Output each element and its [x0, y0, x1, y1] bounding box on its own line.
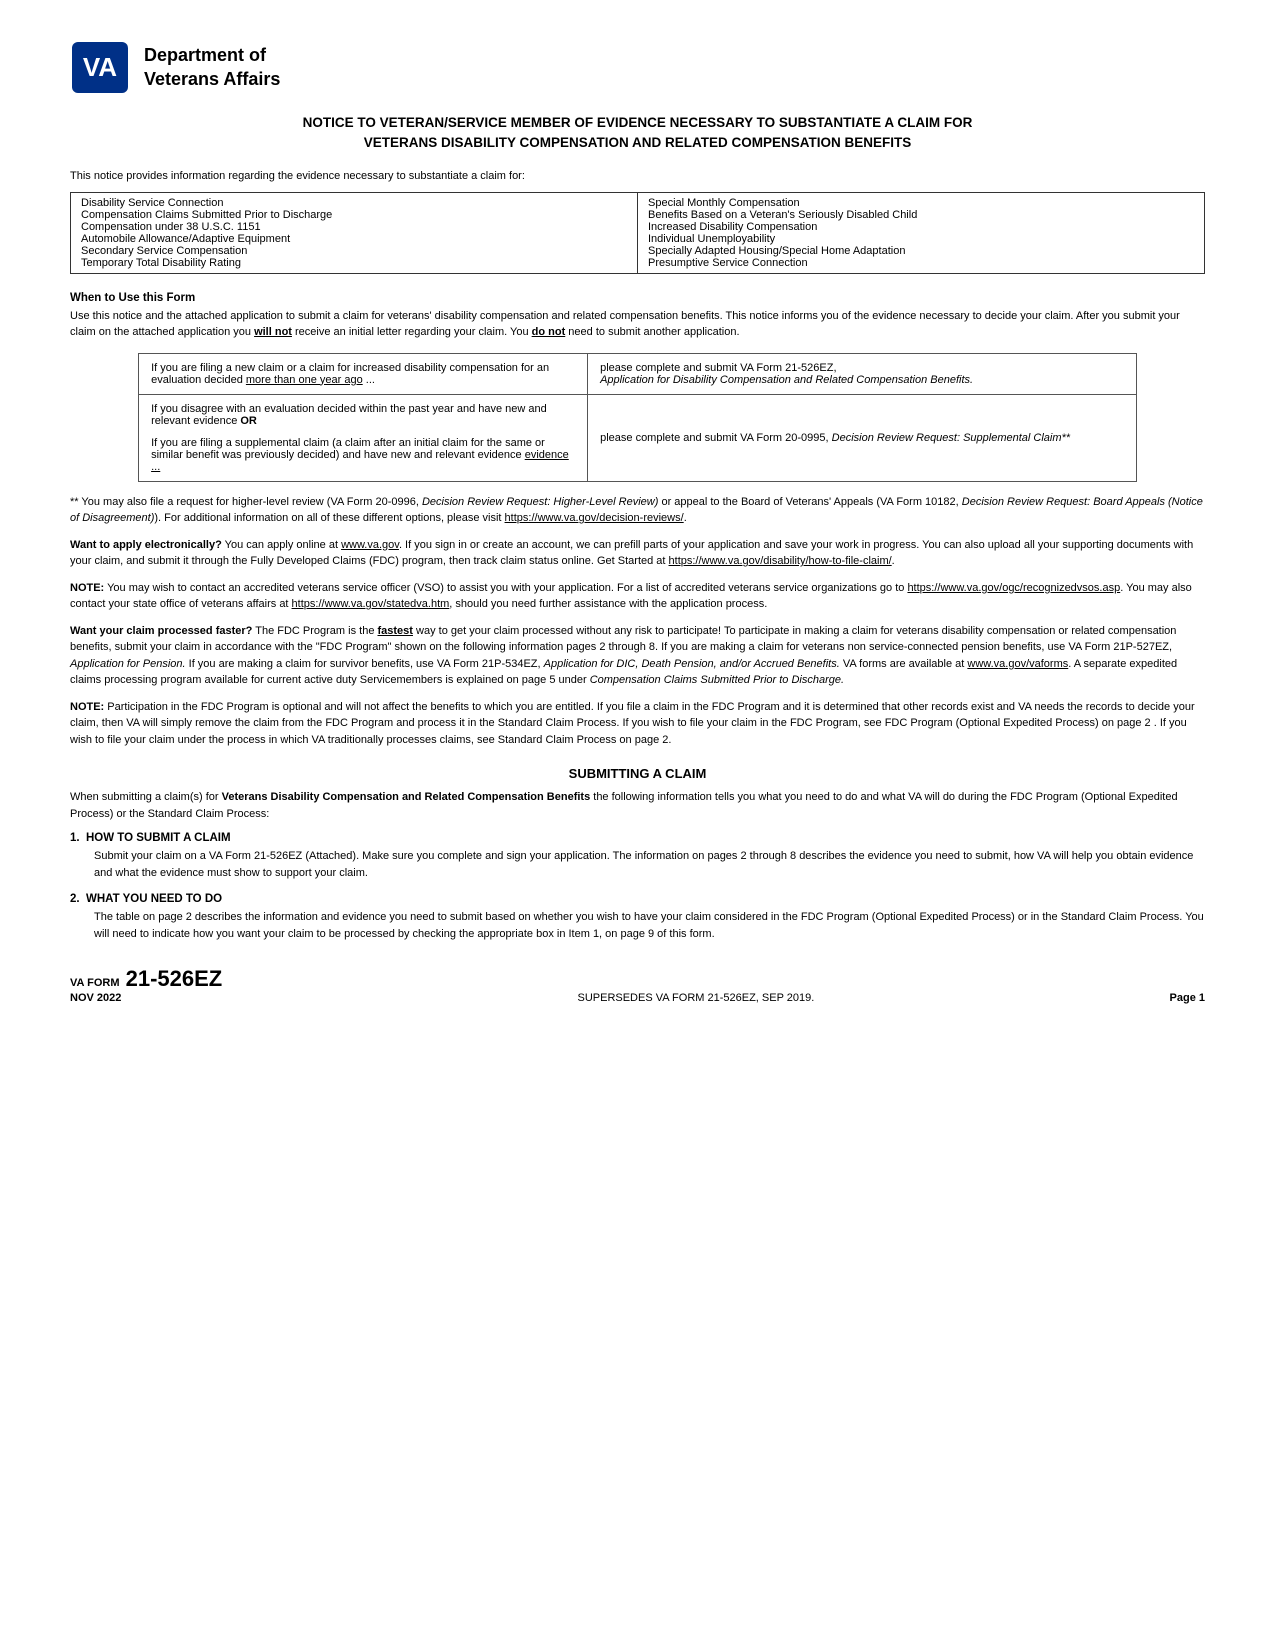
list-item: Special Monthly Compensation [648, 197, 1194, 209]
va-gov-link[interactable]: www.va.gov [341, 539, 399, 551]
claim-left-col: Disability Service Connection Compensati… [71, 192, 638, 273]
fdc-link[interactable]: https://www.va.gov/disability/how-to-fil… [669, 555, 892, 567]
section-2-text: The table on page 2 describes the inform… [70, 909, 1205, 942]
section-2: 2. WHAT YOU NEED TO DO The table on page… [70, 893, 1205, 942]
statdva-link[interactable]: https://www.va.gov/statedva.htm [292, 598, 450, 610]
claim-right-col: Special Monthly Compensation Benefits Ba… [638, 192, 1205, 273]
list-item: Automobile Allowance/Adaptive Equipment [81, 233, 627, 245]
list-item: Increased Disability Compensation [648, 221, 1194, 233]
list-item: Compensation Claims Submitted Prior to D… [81, 209, 627, 221]
instruction-row-2-left: If you disagree with an evaluation decid… [139, 394, 588, 481]
section-1: 1. HOW TO SUBMIT A CLAIM Submit your cla… [70, 832, 1205, 881]
list-item: Disability Service Connection [81, 197, 627, 209]
footer-supersedes: SUPERSEDES VA FORM 21-526EZ, SEP 2019. [577, 992, 814, 1004]
list-item: Secondary Service Compensation [81, 245, 627, 257]
instruction-table: If you are filing a new claim or a claim… [138, 353, 1137, 482]
instruction-row-1-right: please complete and submit VA Form 21-52… [588, 353, 1137, 394]
vso-note-para: NOTE: You may wish to contact an accredi… [70, 580, 1205, 613]
intro-text: This notice provides information regardi… [70, 170, 1205, 182]
org-name: Department of Veterans Affairs [144, 44, 280, 91]
list-item: Benefits Based on a Veteran's Seriously … [648, 209, 1194, 221]
submitting-intro: When submitting a claim(s) for Veterans … [70, 789, 1205, 822]
faster-para: Want your claim processed faster? The FD… [70, 623, 1205, 689]
section-1-title: 1. HOW TO SUBMIT A CLAIM [70, 832, 1205, 844]
when-to-use-heading: When to Use this Form [70, 292, 1205, 304]
list-item: Individual Unemployability [648, 233, 1194, 245]
claim-types-table: Disability Service Connection Compensati… [70, 192, 1205, 274]
list-item: Specially Adapted Housing/Special Home A… [648, 245, 1194, 257]
list-item: Presumptive Service Connection [648, 257, 1194, 269]
form-date: NOV 2022 [70, 992, 121, 1004]
fdc-note-para: NOTE: Participation in the FDC Program i… [70, 699, 1205, 749]
footer-form-info: VA FORM 21-526EZ NOV 2022 [70, 966, 222, 1004]
footnote-text: ** You may also file a request for highe… [70, 494, 1205, 527]
form-label: VA FORM [70, 977, 120, 989]
page-footer: VA FORM 21-526EZ NOV 2022 SUPERSEDES VA … [70, 966, 1205, 1004]
instruction-row-2-right: please complete and submit VA Form 20-09… [588, 394, 1137, 481]
section-1-text: Submit your claim on a VA Form 21-526EZ … [70, 848, 1205, 881]
form-number: 21-526EZ [126, 966, 223, 991]
section-2-title: 2. WHAT YOU NEED TO DO [70, 893, 1205, 905]
main-title: NOTICE TO VETERAN/SERVICE MEMBER OF EVID… [70, 113, 1205, 154]
svg-text:VA: VA [83, 52, 117, 82]
submitting-heading: SUBMITTING A CLAIM [70, 766, 1205, 781]
header: VA Department of Veterans Affairs [70, 40, 1205, 95]
list-item: Compensation under 38 U.S.C. 1151 [81, 221, 627, 233]
list-item: Temporary Total Disability Rating [81, 257, 627, 269]
vso-link[interactable]: https://www.va.gov/ogc/recognizedvsos.as… [907, 582, 1120, 594]
footer-page: Page 1 [1170, 992, 1205, 1004]
instruction-row-1-left: If you are filing a new claim or a claim… [139, 353, 588, 394]
when-to-use-text: Use this notice and the attached applica… [70, 308, 1205, 341]
electronic-para: Want to apply electronically? You can ap… [70, 537, 1205, 570]
va-logo: VA [70, 40, 130, 95]
vaforms-link[interactable]: www.va.gov/vaforms [967, 658, 1068, 670]
decision-reviews-link[interactable]: https://www.va.gov/decision-reviews/ [505, 512, 684, 524]
